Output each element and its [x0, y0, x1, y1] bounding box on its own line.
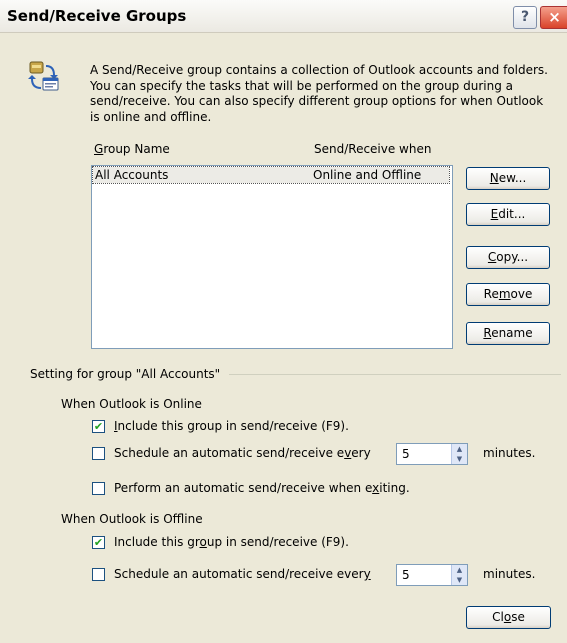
online-minutes-value: 5 — [402, 447, 410, 461]
edit-button[interactable]: Edit... — [466, 203, 550, 226]
offline-header: When Outlook is Offline — [61, 512, 203, 526]
offline-minutes-value: 5 — [402, 568, 410, 582]
online-include-checkbox[interactable]: ✔ — [92, 420, 105, 433]
online-exit-label: Perform an automatic send/receive when e… — [114, 481, 410, 495]
list-item-all-accounts[interactable]: All Accounts Online and Offline — [92, 166, 450, 184]
copy-button[interactable]: Copy... — [466, 246, 550, 269]
help-button[interactable]: ? — [513, 6, 537, 29]
online-minutes-label: minutes. — [483, 446, 536, 460]
offline-include-checkbox[interactable]: ✔ — [92, 536, 105, 549]
dialog-description: A Send/Receive group contains a collecti… — [90, 63, 548, 124]
remove-button[interactable]: Remove — [466, 283, 550, 306]
column-header-group-name: Group Name — [94, 142, 170, 156]
close-button[interactable]: Close — [466, 606, 551, 629]
offline-schedule-checkbox[interactable] — [92, 568, 105, 581]
online-schedule-checkbox[interactable] — [92, 447, 105, 460]
group-list[interactable]: All Accounts Online and Offline — [91, 165, 453, 349]
online-schedule-label: Schedule an automatic send/receive every — [114, 446, 371, 460]
close-window-button[interactable]: × — [540, 6, 567, 29]
group-divider — [229, 374, 561, 375]
spin-arrows-icon[interactable]: ▲ ▼ — [451, 565, 467, 585]
offline-schedule-label: Schedule an automatic send/receive every — [114, 567, 371, 581]
settings-group-label: Setting for group "All Accounts" — [30, 367, 221, 381]
window-title: Send/Receive Groups — [7, 7, 187, 25]
online-include-label: Include this group in send/receive (F9). — [114, 419, 349, 433]
online-header: When Outlook is Online — [61, 397, 202, 411]
send-receive-icon — [28, 61, 59, 91]
title-bar: Send/Receive Groups ? × — [0, 0, 567, 33]
offline-minutes-label: minutes. — [483, 567, 536, 581]
offline-minutes-spinner[interactable]: 5 ▲ ▼ — [396, 564, 468, 586]
online-exit-checkbox[interactable] — [92, 482, 105, 495]
offline-include-label: Include this group in send/receive (F9). — [114, 535, 349, 549]
group-name-cell: All Accounts — [95, 168, 169, 182]
new-button[interactable]: New... — [466, 167, 550, 190]
rename-button[interactable]: Rename — [466, 322, 550, 345]
spin-arrows-icon[interactable]: ▲ ▼ — [451, 444, 467, 464]
group-when-cell: Online and Offline — [313, 168, 422, 182]
column-header-send-receive-when: Send/Receive when — [314, 142, 432, 156]
online-minutes-spinner[interactable]: 5 ▲ ▼ — [396, 443, 468, 465]
